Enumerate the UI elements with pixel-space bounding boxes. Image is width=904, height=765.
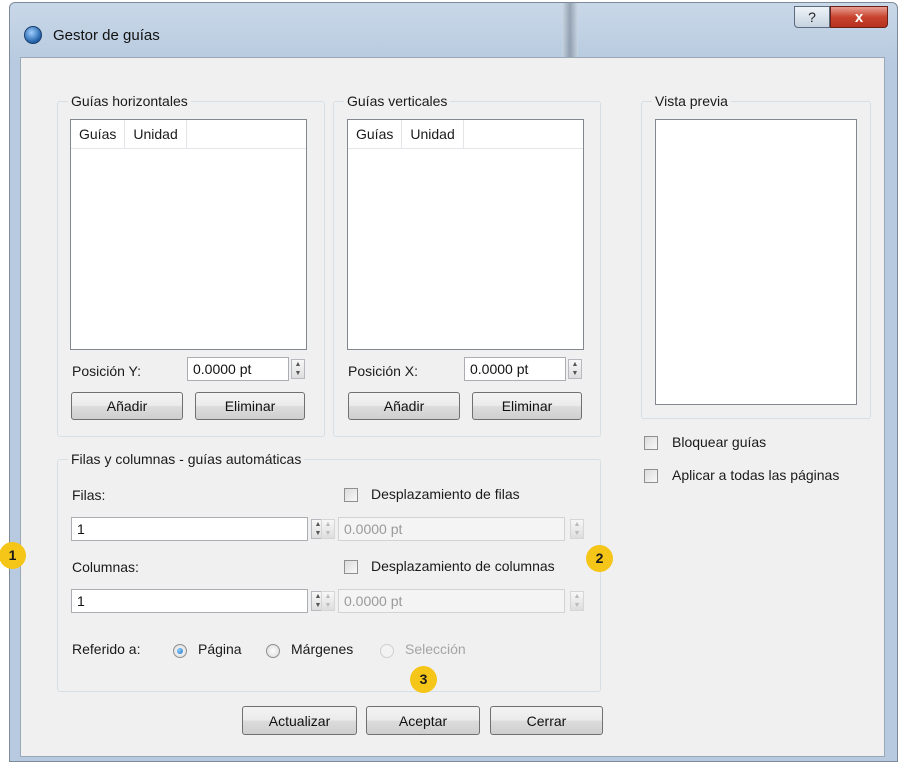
column-offset-input [338, 589, 565, 613]
dialog-window: Gestor de guías ? x Guías horizontales G… [9, 2, 898, 762]
list-header: Guías Unidad [71, 120, 187, 148]
columns-spinner: ▲▼ [71, 589, 328, 613]
rows-label: Filas: [72, 487, 106, 503]
position-y-spin-arrows-icon[interactable]: ▲ ▼ [291, 359, 305, 379]
rows-input[interactable] [71, 517, 308, 541]
list-header-divider [71, 148, 306, 149]
help-button[interactable]: ? [794, 6, 830, 28]
apply-all-pages-checkbox[interactable] [644, 469, 658, 483]
column-offset-checkbox[interactable] [344, 560, 358, 574]
app-globe-icon [24, 26, 42, 44]
columns-label: Columnas: [72, 559, 139, 575]
row-offset-spin-arrows-icon: ▲ ▼ [570, 519, 584, 539]
reference-selection-label: Selección [405, 641, 466, 657]
column-header-unit[interactable]: Unidad [125, 120, 187, 148]
row-offset-spinner: ▲▼ ▲▼ [321, 517, 585, 541]
position-y-spinner: ▲▼ [187, 357, 307, 381]
callout-badge-3: 3 [410, 666, 437, 693]
callout-badge-1: 1 [0, 542, 26, 569]
accept-button[interactable]: Aceptar [366, 706, 480, 735]
horizontal-guides-label: Guías horizontales [68, 93, 191, 109]
position-y-label: Posición Y: [72, 363, 142, 379]
horizontal-guides-list[interactable]: Guías Unidad [70, 119, 307, 350]
vertical-guides-group: Guías verticales Guías Unidad Posición X… [333, 93, 601, 437]
column-offset-spinner: ▲▼ ▲▼ [321, 589, 585, 613]
horizontal-guides-group: Guías horizontales Guías Unidad Posición… [57, 93, 325, 437]
column-offset-left-arrows-icon: ▲ ▼ [321, 591, 335, 611]
reference-page-radio[interactable] [173, 644, 187, 658]
vertical-guides-list[interactable]: Guías Unidad [347, 119, 584, 350]
vertical-guides-label: Guías verticales [344, 93, 451, 109]
preview-group: Vista previa [641, 93, 871, 419]
position-x-spinner: ▲▼ [464, 357, 584, 381]
column-header-guides[interactable]: Guías [348, 120, 403, 148]
delete-vertical-guide-button[interactable]: Eliminar [472, 392, 582, 420]
lock-guides-label[interactable]: Bloquear guías [672, 434, 766, 450]
add-vertical-guide-button[interactable]: Añadir [348, 392, 460, 420]
position-x-spin-arrows-icon[interactable]: ▲ ▼ [568, 359, 582, 379]
lock-guides-checkbox[interactable] [644, 436, 658, 450]
row-offset-input [338, 517, 565, 541]
apply-all-pages-label[interactable]: Aplicar a todas las páginas [672, 467, 839, 483]
background-stripe [562, 3, 578, 59]
position-x-input[interactable] [464, 357, 566, 381]
row-offset-left-arrows-icon: ▲ ▼ [321, 519, 335, 539]
dialog-client-area: Guías horizontales Guías Unidad Posición… [20, 57, 885, 757]
column-offset-spin-arrows-icon: ▲ ▼ [570, 591, 584, 611]
column-offset-label[interactable]: Desplazamiento de columnas [371, 558, 555, 574]
title-bar[interactable]: Gestor de guías ? x [10, 3, 897, 59]
column-header-unit[interactable]: Unidad [402, 120, 464, 148]
reference-margins-radio[interactable] [266, 644, 280, 658]
rows-spinner: ▲▼ [71, 517, 328, 541]
position-y-input[interactable] [187, 357, 289, 381]
column-header-guides[interactable]: Guías [71, 120, 126, 148]
reference-selection-radio [380, 644, 394, 658]
auto-guides-label: Filas y columnas - guías automáticas [68, 451, 305, 467]
close-window-button[interactable]: x [830, 6, 888, 28]
reference-page-label[interactable]: Página [198, 641, 242, 657]
callout-badge-2: 2 [586, 545, 613, 572]
columns-input[interactable] [71, 589, 308, 613]
preview-area [655, 119, 857, 405]
auto-guides-group: Filas y columnas - guías automáticas Fil… [57, 451, 601, 692]
reference-margins-label[interactable]: Márgenes [291, 641, 353, 657]
preview-label: Vista previa [652, 93, 731, 109]
row-offset-label[interactable]: Desplazamiento de filas [371, 486, 520, 502]
window-title: Gestor de guías [53, 27, 160, 44]
update-button[interactable]: Actualizar [242, 706, 357, 735]
list-header: Guías Unidad [348, 120, 464, 148]
delete-horizontal-guide-button[interactable]: Eliminar [195, 392, 305, 420]
list-header-divider [348, 148, 583, 149]
add-horizontal-guide-button[interactable]: Añadir [71, 392, 183, 420]
reference-label: Referido a: [72, 641, 141, 657]
close-button[interactable]: Cerrar [490, 706, 603, 735]
position-x-label: Posición X: [348, 363, 419, 379]
row-offset-checkbox[interactable] [344, 488, 358, 502]
